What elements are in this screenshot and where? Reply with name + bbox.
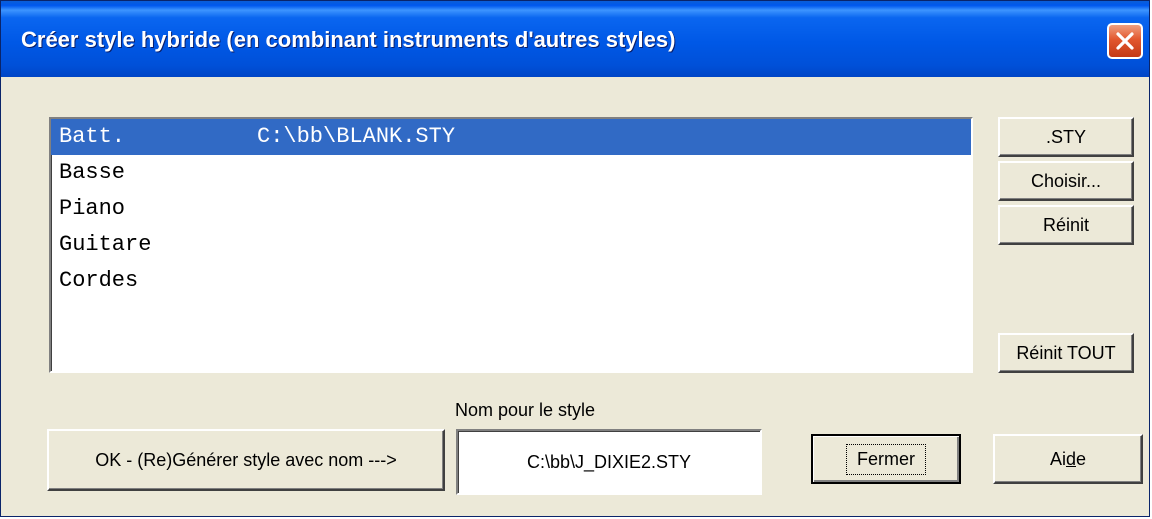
instrument-name: Batt. [59, 124, 126, 149]
help-button-label: Aide [1049, 448, 1087, 469]
help-button[interactable]: Aide [993, 434, 1143, 484]
title-bar[interactable]: Créer style hybride (en combinant instru… [1, 1, 1149, 77]
choose-button[interactable]: Choisir... [998, 161, 1134, 201]
reset-button[interactable]: Réinit [998, 205, 1134, 245]
dialog-window: Créer style hybride (en combinant instru… [0, 0, 1150, 517]
instrument-listbox[interactable]: Batt. C:\bb\BLANK.STY Basse Piano Guitar… [49, 117, 973, 373]
instrument-style-path: C:\bb\BLANK.STY [257, 124, 456, 149]
list-item[interactable]: Basse [51, 155, 971, 191]
close-button-label: Fermer [846, 443, 926, 475]
instrument-name: Guitare [59, 232, 152, 257]
instrument-name: Piano [59, 196, 126, 221]
reset-all-button-label: Réinit TOUT [1016, 342, 1116, 363]
style-name-field[interactable]: C:\bb\J_DIXIE2.STY [456, 429, 762, 495]
close-button[interactable]: Fermer [811, 434, 961, 484]
list-item[interactable]: Batt. C:\bb\BLANK.STY [51, 119, 971, 155]
list-item[interactable]: Guitare [51, 227, 971, 263]
list-item[interactable]: Cordes [51, 263, 971, 299]
dialog-body: Batt. C:\bb\BLANK.STY Basse Piano Guitar… [1, 77, 1149, 516]
list-item[interactable]: Piano [51, 191, 971, 227]
close-icon [1116, 32, 1134, 50]
sty-button-label: .STY [1045, 126, 1086, 147]
choose-button-label: Choisir... [1030, 170, 1102, 191]
reset-button-label: Réinit [1042, 214, 1090, 235]
generate-style-button[interactable]: OK - (Re)Générer style avec nom ---> [47, 429, 445, 491]
instrument-name: Basse [59, 160, 126, 185]
sty-button[interactable]: .STY [998, 117, 1134, 157]
generate-style-button-label: OK - (Re)Générer style avec nom ---> [95, 449, 397, 470]
close-window-button[interactable] [1107, 23, 1143, 59]
style-name-label: Nom pour le style [455, 400, 596, 420]
reset-all-button[interactable]: Réinit TOUT [998, 333, 1134, 373]
instrument-name: Cordes [59, 268, 139, 293]
window-title: Créer style hybride (en combinant instru… [21, 27, 676, 52]
